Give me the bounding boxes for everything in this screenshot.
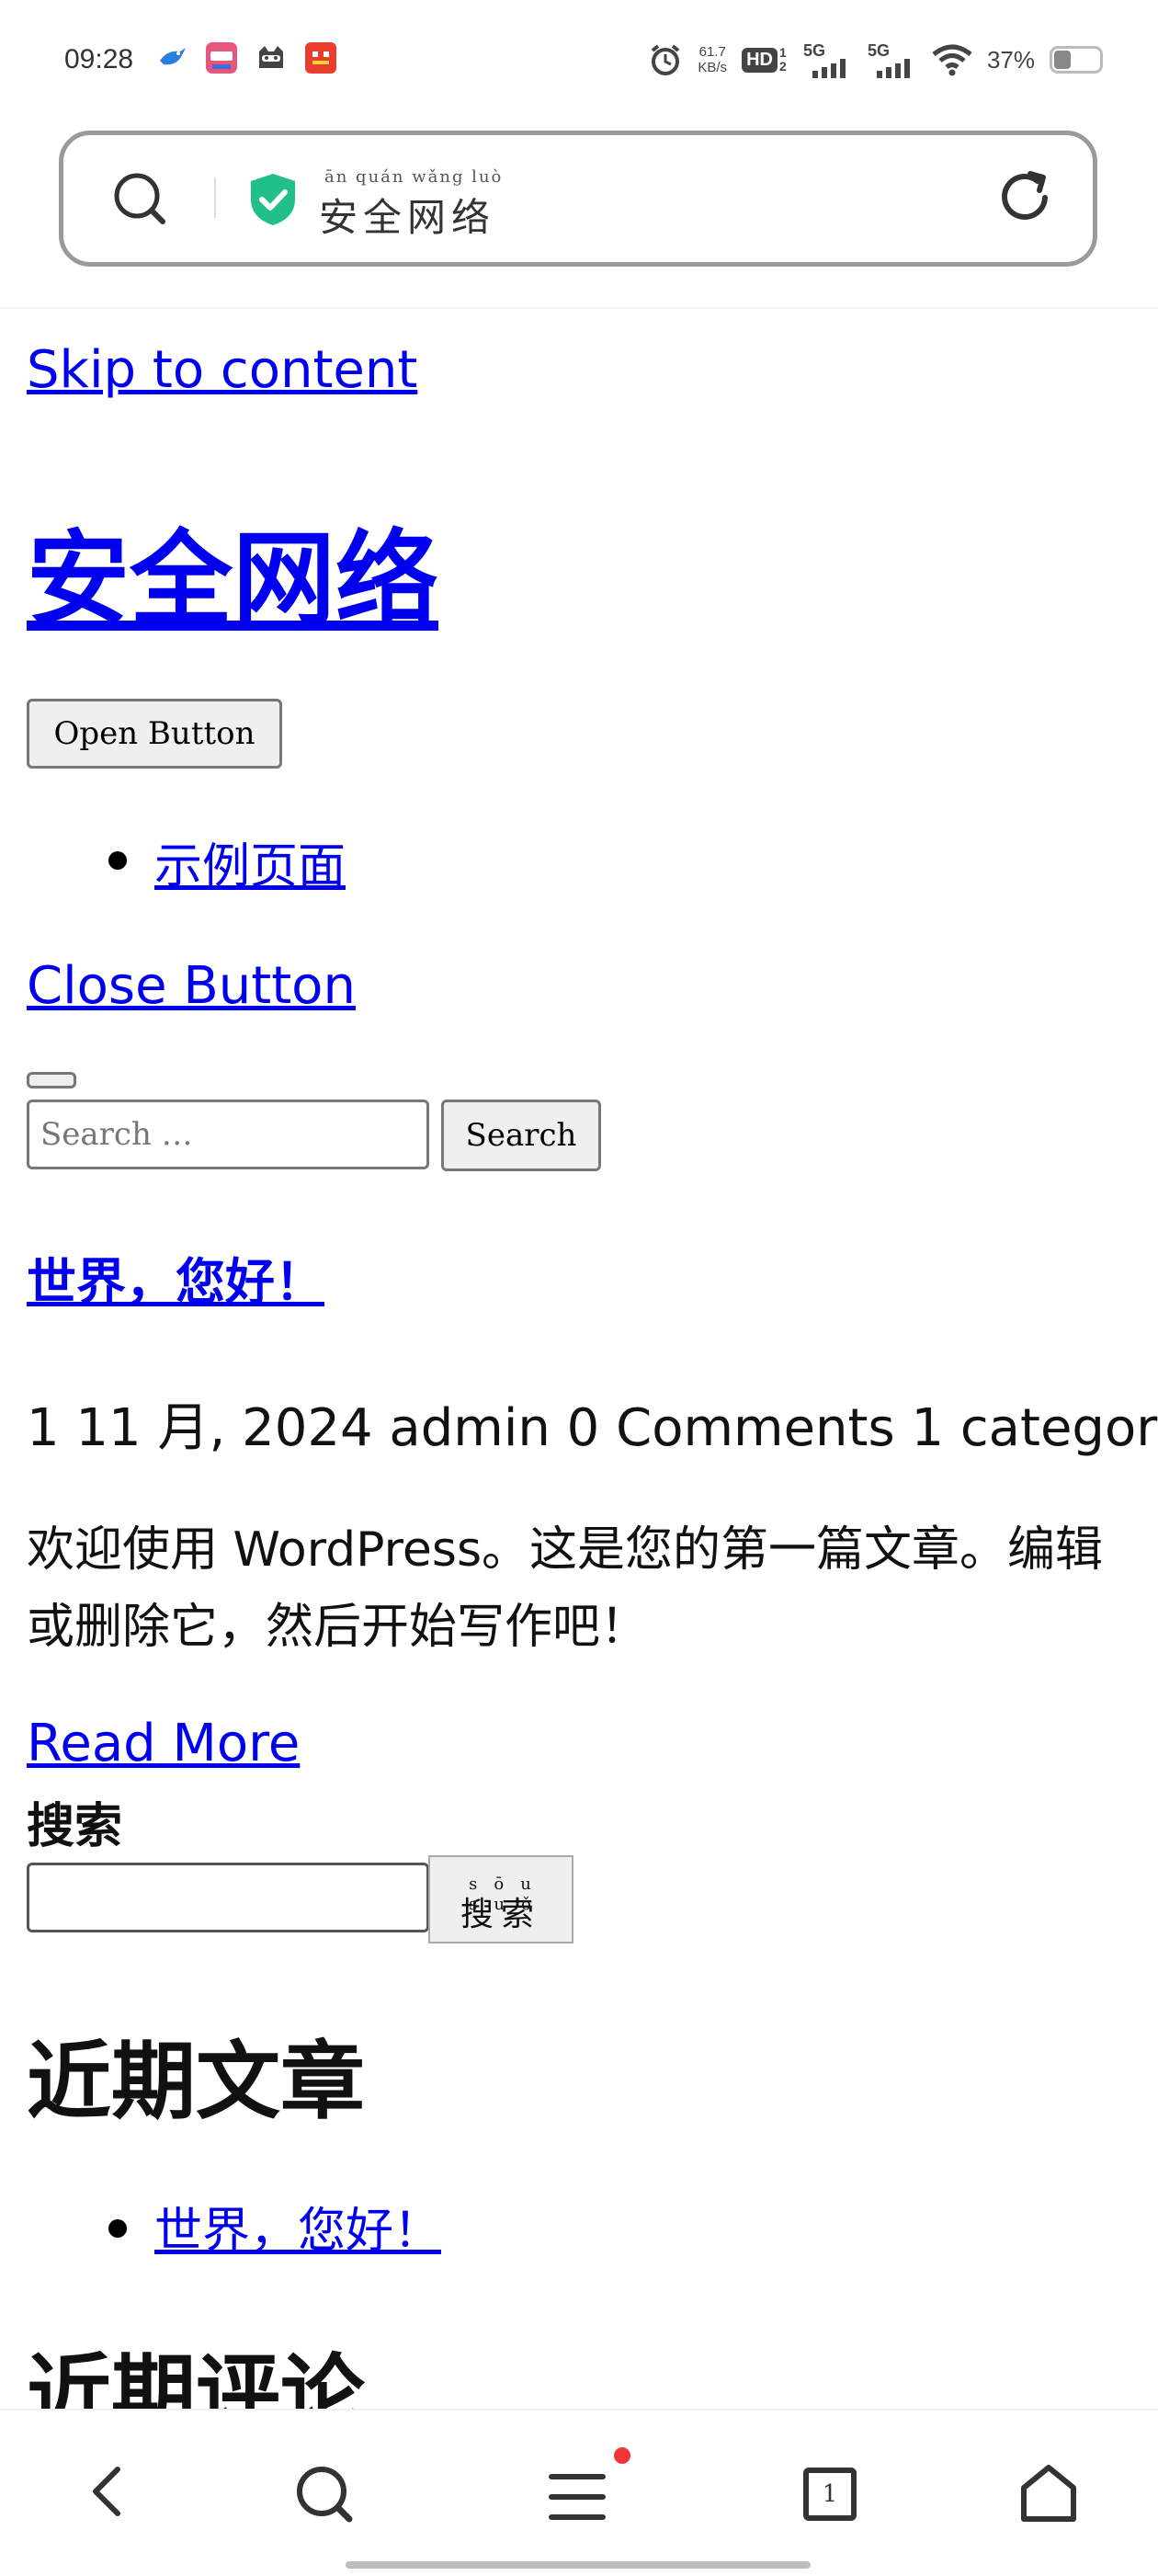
nav-item-sample-page[interactable]: 示例页面: [154, 827, 346, 896]
status-indicators: 61.7 KB/s HD 1 2 5G 5G 37%: [648, 37, 1103, 83]
status-bar: 09:28 61.7 KB/s HD 1 2 5G 5G 37%: [0, 0, 1158, 120]
sidebar-search-button[interactable]: sōu suǒ 搜索: [428, 1855, 573, 1943]
post-excerpt: 欢迎使用 WordPress。这是您的第一篇文章。编辑或删除它，然后开始写作吧！: [27, 1522, 1104, 1655]
red-app-icon: [305, 42, 336, 74]
page-title-ruby: ān quán wǎng luò 安全网络: [319, 168, 503, 243]
hd-voice-icon: HD 1 2: [742, 46, 789, 74]
network-speed: 61.7 KB/s: [698, 44, 727, 75]
sidebar-search-heading: 搜索: [27, 1799, 123, 1854]
menu-notification-badge: [614, 2447, 630, 2464]
shield-check-icon: [251, 174, 295, 225]
battery-level: [1054, 51, 1071, 69]
home-indicator[interactable]: [346, 2561, 811, 2569]
bilibili-icon: [206, 42, 237, 74]
page-title-pinyin: ān quán wǎng luò: [324, 167, 504, 187]
tab-count: 1: [822, 2480, 838, 2508]
read-more-link[interactable]: Read More: [27, 1714, 300, 1773]
notification-icons: [154, 40, 338, 75]
recent-posts-heading: 近期文章: [27, 2033, 366, 2131]
sidebar-search-input[interactable]: [27, 1863, 429, 1932]
network-speed-value: 61.7: [698, 44, 726, 60]
tabs-icon[interactable]: 1: [803, 2468, 857, 2521]
signal-bars-icon: [812, 59, 846, 78]
search-icon[interactable]: [292, 2462, 357, 2526]
back-icon[interactable]: [85, 2462, 131, 2521]
bottom-navigation: 1: [0, 2409, 1158, 2576]
header-divider: [0, 307, 1158, 309]
address-bar[interactable]: ān quán wǎng luò 安全网络: [59, 131, 1097, 267]
site-title-link[interactable]: 安全网络: [27, 496, 438, 645]
signal-bars-icon: [876, 59, 910, 78]
battery-percent: 37%: [986, 45, 1035, 74]
recent-post-link[interactable]: 世界，您好！: [154, 2192, 441, 2261]
refresh-icon[interactable]: [995, 168, 1054, 227]
close-button-link[interactable]: Close Button: [27, 956, 356, 1016]
status-time: 09:28: [64, 44, 134, 74]
wifi-icon: [932, 44, 972, 76]
home-icon[interactable]: [1018, 2462, 1079, 2525]
empty-button[interactable]: [27, 1072, 76, 1089]
skip-to-content-link[interactable]: Skip to content: [27, 340, 417, 400]
list-bullet: [108, 2219, 127, 2238]
bird-app-icon: [160, 48, 186, 65]
post-meta: 1 11 月, 2024 admin 0 Comments 1 category: [27, 1398, 1158, 1458]
page-title: 安全网络: [319, 195, 496, 240]
list-bullet: [108, 851, 127, 870]
cat-app-icon: [259, 46, 283, 68]
signal-2: 5G: [868, 41, 917, 78]
signal-1: 5G: [803, 41, 853, 78]
recent-comments-heading: 近期评论: [27, 2345, 366, 2414]
search-input[interactable]: [27, 1100, 429, 1169]
search-button[interactable]: Search: [441, 1100, 601, 1171]
alarm-icon: [652, 44, 680, 75]
address-separator: [214, 177, 216, 218]
search-icon[interactable]: [111, 170, 168, 227]
network-speed-unit: KB/s: [698, 60, 728, 75]
open-button[interactable]: Open Button: [27, 699, 282, 769]
post-title-link[interactable]: 世界，您好！: [27, 1241, 324, 1314]
battery-icon: [1050, 46, 1103, 74]
menu-icon[interactable]: [548, 2471, 607, 2523]
hd-label: HD: [742, 47, 778, 73]
sidebar-search-button-pinyin: sōu suǒ: [469, 1875, 548, 1914]
hd-sub: 1 2: [778, 45, 787, 74]
